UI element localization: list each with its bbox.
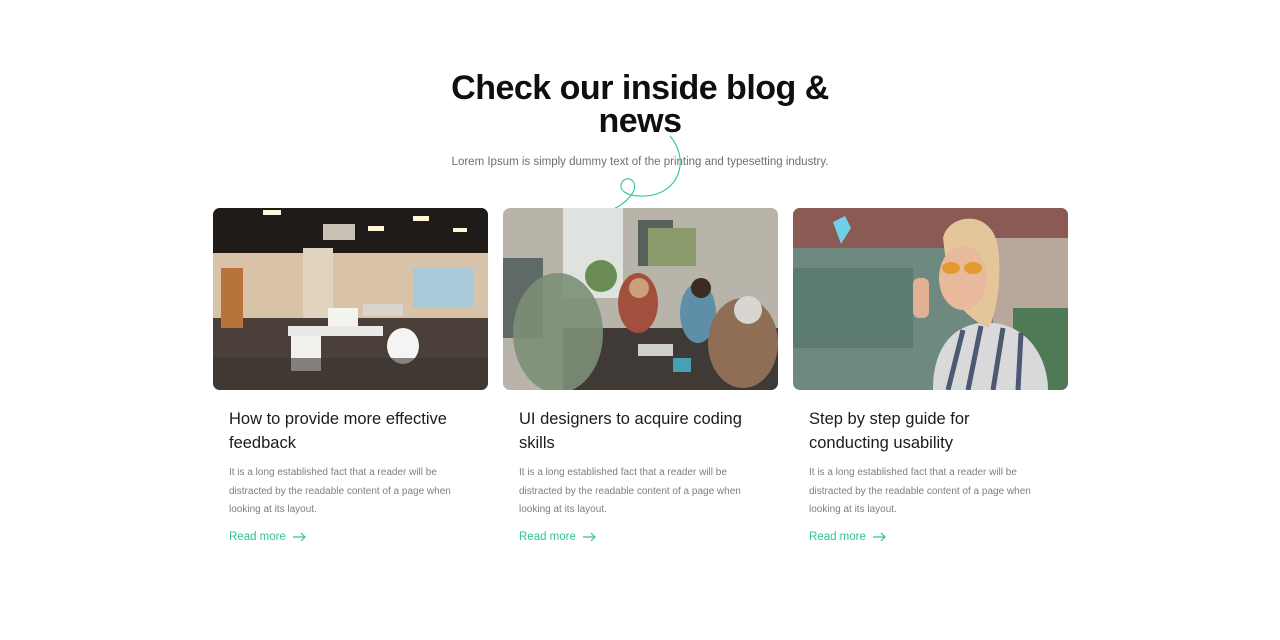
arrow-right-icon bbox=[872, 532, 886, 541]
read-more-link[interactable]: Read more bbox=[809, 531, 886, 543]
blog-card-title[interactable]: Step by step guide for conducting usabil… bbox=[809, 407, 1052, 455]
blog-card-title[interactable]: UI designers to acquire coding skills bbox=[519, 407, 762, 455]
blog-card-excerpt: It is a long established fact that a rea… bbox=[229, 467, 451, 515]
decorative-swirl-icon bbox=[603, 135, 681, 213]
blog-card-excerpt: It is a long established fact that a rea… bbox=[519, 467, 741, 515]
blog-card-body: UI designers to acquire coding skills It… bbox=[503, 390, 778, 545]
arrow-right-icon bbox=[292, 532, 306, 541]
read-more-link[interactable]: Read more bbox=[229, 531, 306, 543]
blog-card[interactable]: UI designers to acquire coding skills It… bbox=[503, 208, 778, 545]
blog-card-image[interactable] bbox=[503, 208, 778, 390]
blog-card-body: How to provide more effective feedback I… bbox=[213, 390, 488, 545]
blog-card-body: Step by step guide for conducting usabil… bbox=[793, 390, 1068, 545]
read-more-link[interactable]: Read more bbox=[519, 531, 596, 543]
arrow-right-icon bbox=[582, 532, 596, 541]
blog-card-image[interactable] bbox=[793, 208, 1068, 390]
meeting-image bbox=[503, 208, 778, 390]
blog-card-title[interactable]: How to provide more effective feedback bbox=[229, 407, 472, 455]
blog-card[interactable]: How to provide more effective feedback I… bbox=[213, 208, 488, 545]
blog-card-image[interactable] bbox=[213, 208, 488, 390]
blog-card[interactable]: Step by step guide for conducting usabil… bbox=[793, 208, 1068, 545]
read-more-label: Read more bbox=[809, 530, 866, 543]
office-image bbox=[213, 208, 488, 390]
blog-card-excerpt: It is a long established fact that a rea… bbox=[809, 467, 1031, 515]
blog-section: Check our inside blog & news Lorem Ipsum… bbox=[0, 0, 1280, 640]
read-more-label: Read more bbox=[229, 530, 286, 543]
woman-portrait-image bbox=[793, 208, 1068, 390]
read-more-label: Read more bbox=[519, 530, 576, 543]
section-title: Check our inside blog & news bbox=[451, 69, 829, 140]
